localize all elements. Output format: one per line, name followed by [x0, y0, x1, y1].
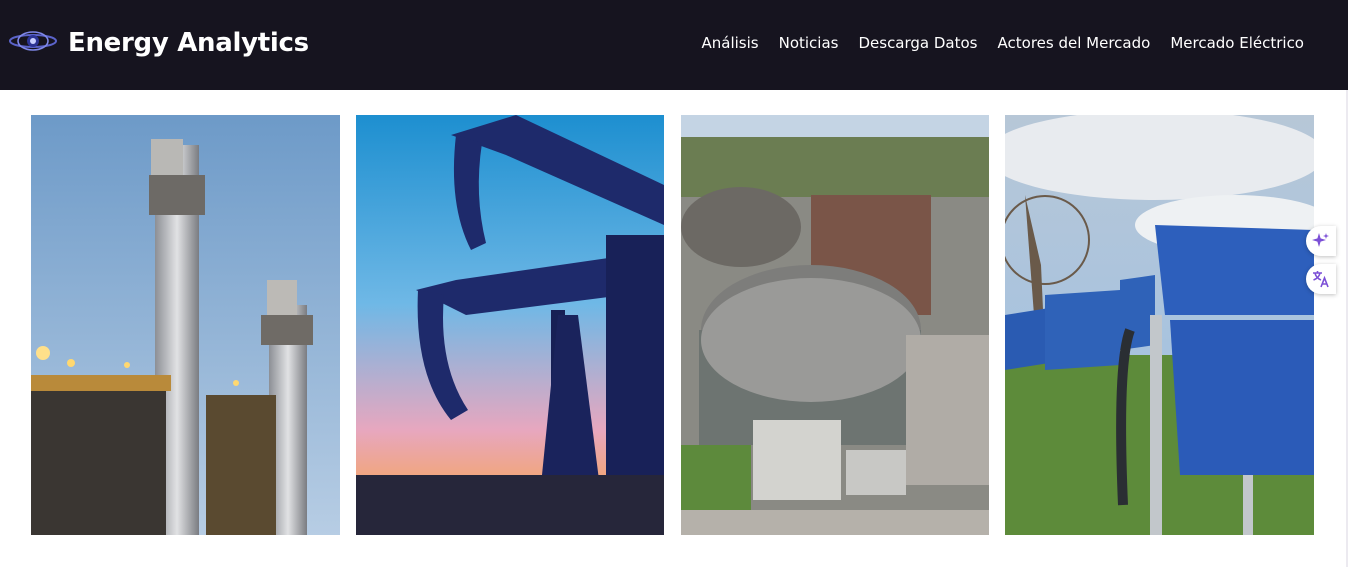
- sparkle-ai-icon: [1312, 233, 1329, 247]
- nav-link-noticias[interactable]: Noticias: [779, 32, 839, 54]
- gallery-image-oil-pumpjack[interactable]: [356, 115, 665, 535]
- translate-button[interactable]: [1306, 264, 1336, 294]
- ai-assistant-button[interactable]: [1306, 226, 1336, 256]
- nav-link-actores-del-mercado[interactable]: Actores del Mercado: [998, 32, 1151, 54]
- brand-title[interactable]: Energy Analytics: [68, 26, 309, 60]
- nav-link-descarga-datos[interactable]: Descarga Datos: [858, 32, 977, 54]
- gallery-image-nuclear-plant[interactable]: [681, 115, 990, 535]
- main-nav: Análisis Noticias Descarga Datos Actores…: [702, 32, 1305, 54]
- gallery-image-solar-panels[interactable]: [1005, 115, 1314, 535]
- translate-icon: [1313, 271, 1329, 288]
- nav-link-mercado-electrico[interactable]: Mercado Eléctrico: [1170, 32, 1304, 54]
- nav-link-analisis[interactable]: Análisis: [702, 32, 759, 54]
- gallery-image-power-plant[interactable]: [31, 115, 340, 535]
- navbar: Energy Analytics Análisis Noticias Desca…: [0, 0, 1348, 90]
- galaxy-logo-icon[interactable]: [8, 27, 58, 55]
